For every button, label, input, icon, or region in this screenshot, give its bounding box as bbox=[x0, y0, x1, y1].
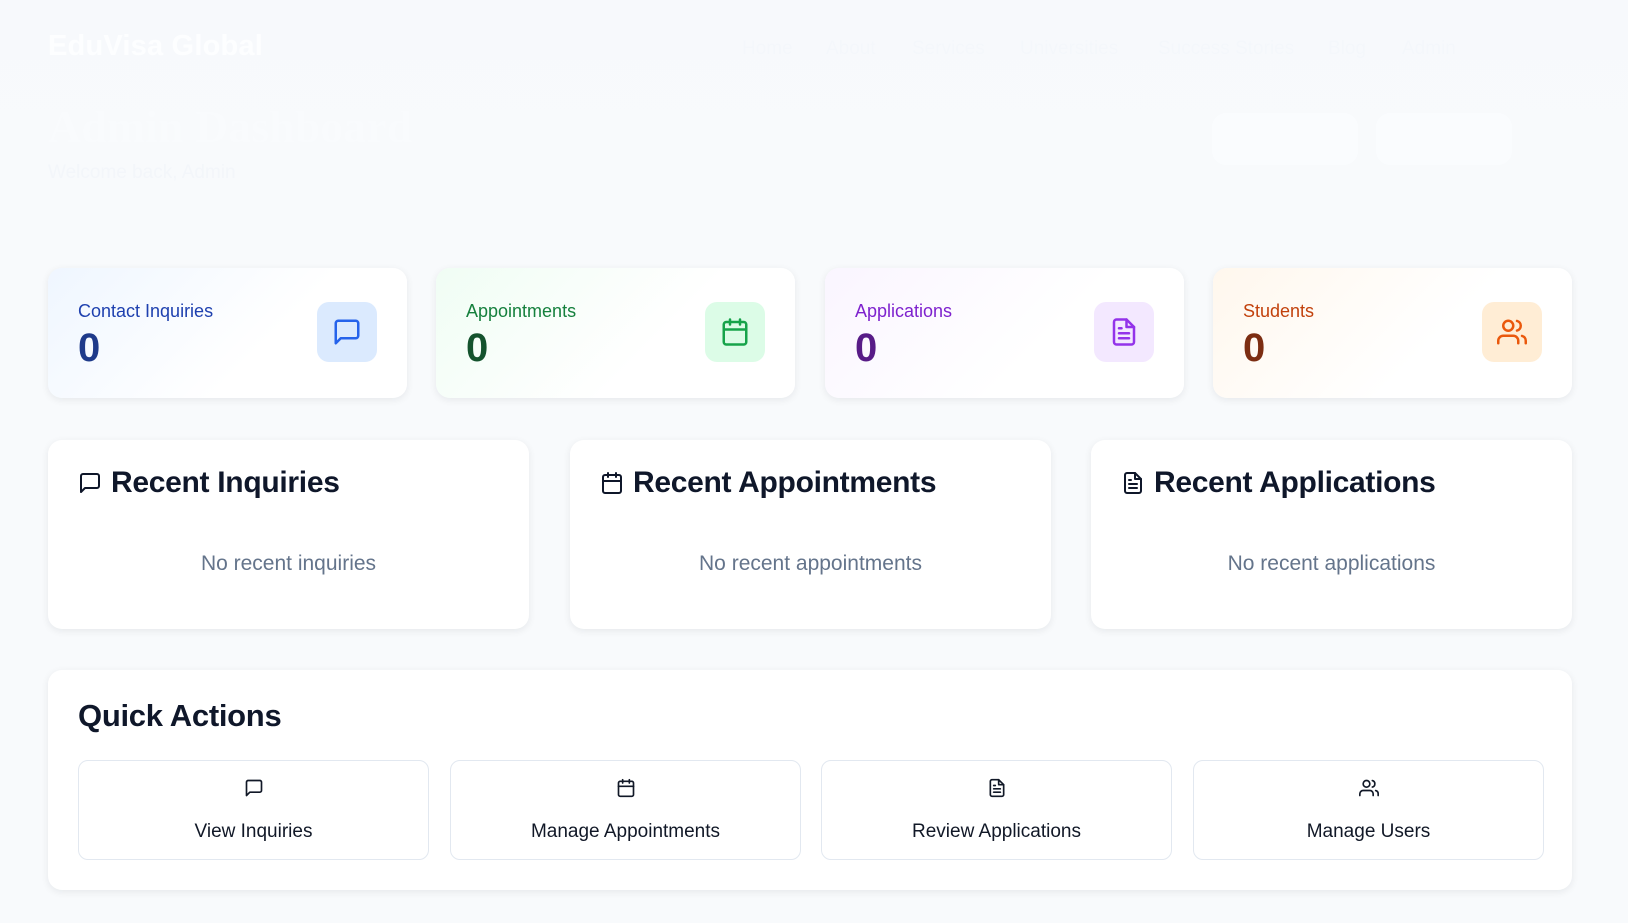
page-header: EduVisa Global Home About Services Unive… bbox=[0, 0, 1628, 225]
stat-label: Applications bbox=[855, 301, 953, 321]
stat-icon-box bbox=[317, 302, 377, 362]
stat-card-applications: Applications 0 bbox=[825, 268, 1184, 398]
welcome-message: Welcome back, Admin bbox=[48, 162, 236, 183]
message-square-icon bbox=[80, 473, 100, 493]
panel-header: Recent Applications bbox=[1121, 466, 1436, 500]
stat-value: 0 bbox=[855, 326, 878, 370]
action-label: Manage Users bbox=[1306, 821, 1431, 842]
stat-label: Contact Inquiries bbox=[78, 301, 214, 321]
stat-label: Students bbox=[1243, 301, 1315, 321]
nav-about[interactable]: About bbox=[826, 38, 876, 60]
action-label: Manage Appointments bbox=[530, 821, 721, 842]
nav-universities[interactable]: Universities bbox=[1020, 38, 1118, 60]
stat-icon-box bbox=[1482, 302, 1542, 362]
header-action-button-1[interactable] bbox=[1212, 113, 1358, 165]
message-square-icon bbox=[245, 779, 262, 797]
review-applications-button[interactable]: Review Applications bbox=[821, 760, 1172, 860]
nav-home[interactable]: Home bbox=[742, 38, 793, 60]
stat-card-appointments: Appointments 0 bbox=[436, 268, 795, 398]
empty-state-text: No recent applications bbox=[1227, 552, 1436, 575]
panel-header: Recent Inquiries bbox=[78, 466, 340, 500]
action-label: Review Applications bbox=[912, 821, 1081, 842]
stat-value: 0 bbox=[466, 326, 489, 370]
empty-state-text: No recent appointments bbox=[699, 552, 922, 575]
calendar-icon bbox=[602, 472, 622, 494]
stat-icon-box bbox=[705, 302, 765, 362]
panel-title: Recent Inquiries bbox=[111, 466, 340, 499]
panel-title: Recent Appointments bbox=[633, 466, 937, 499]
panel-title: Recent Applications bbox=[1154, 466, 1436, 499]
page-title: Admin Dashboard bbox=[48, 101, 413, 152]
nav-success-stories[interactable]: Success Stories bbox=[1158, 38, 1294, 60]
view-inquiries-button[interactable]: View Inquiries bbox=[78, 760, 429, 860]
header-action-button-2[interactable] bbox=[1376, 113, 1512, 165]
manage-users-button[interactable]: Manage Users bbox=[1193, 760, 1544, 860]
stat-icon-box bbox=[1094, 302, 1154, 362]
nav-services[interactable]: Services bbox=[912, 38, 985, 60]
nav-admin[interactable]: Admin bbox=[1402, 38, 1456, 60]
recent-appointments-panel: Recent Appointments No recent appointmen… bbox=[570, 440, 1051, 629]
manage-appointments-button[interactable]: Manage Appointments bbox=[450, 760, 801, 860]
action-label: View Inquiries bbox=[194, 821, 313, 842]
message-square-icon bbox=[334, 319, 360, 345]
stat-value: 0 bbox=[1243, 326, 1266, 370]
file-text-icon bbox=[989, 778, 1004, 798]
quick-actions-title: Quick Actions bbox=[78, 698, 282, 733]
file-text-icon bbox=[1112, 318, 1136, 346]
recent-inquiries-panel: Recent Inquiries No recent inquiries bbox=[48, 440, 529, 629]
file-text-icon bbox=[1124, 472, 1142, 494]
empty-state-text: No recent inquiries bbox=[200, 552, 377, 575]
calendar-icon bbox=[722, 318, 748, 346]
quick-actions-panel: Quick Actions View Inquiries Manage Appo… bbox=[48, 670, 1572, 890]
stat-label: Appointments bbox=[466, 301, 577, 321]
stat-card-students: Students 0 bbox=[1213, 268, 1572, 398]
calendar-icon bbox=[617, 778, 634, 798]
users-icon bbox=[1358, 779, 1379, 797]
stat-card-contact-inquiries: Contact Inquiries 0 bbox=[48, 268, 407, 398]
panel-header: Recent Appointments bbox=[600, 466, 937, 500]
stat-value: 0 bbox=[78, 326, 101, 370]
recent-applications-panel: Recent Applications No recent applicatio… bbox=[1091, 440, 1572, 629]
main-nav: Home About Services Universities Success… bbox=[0, 38, 1628, 62]
users-icon bbox=[1497, 319, 1527, 345]
nav-blog[interactable]: Blog bbox=[1328, 38, 1366, 60]
